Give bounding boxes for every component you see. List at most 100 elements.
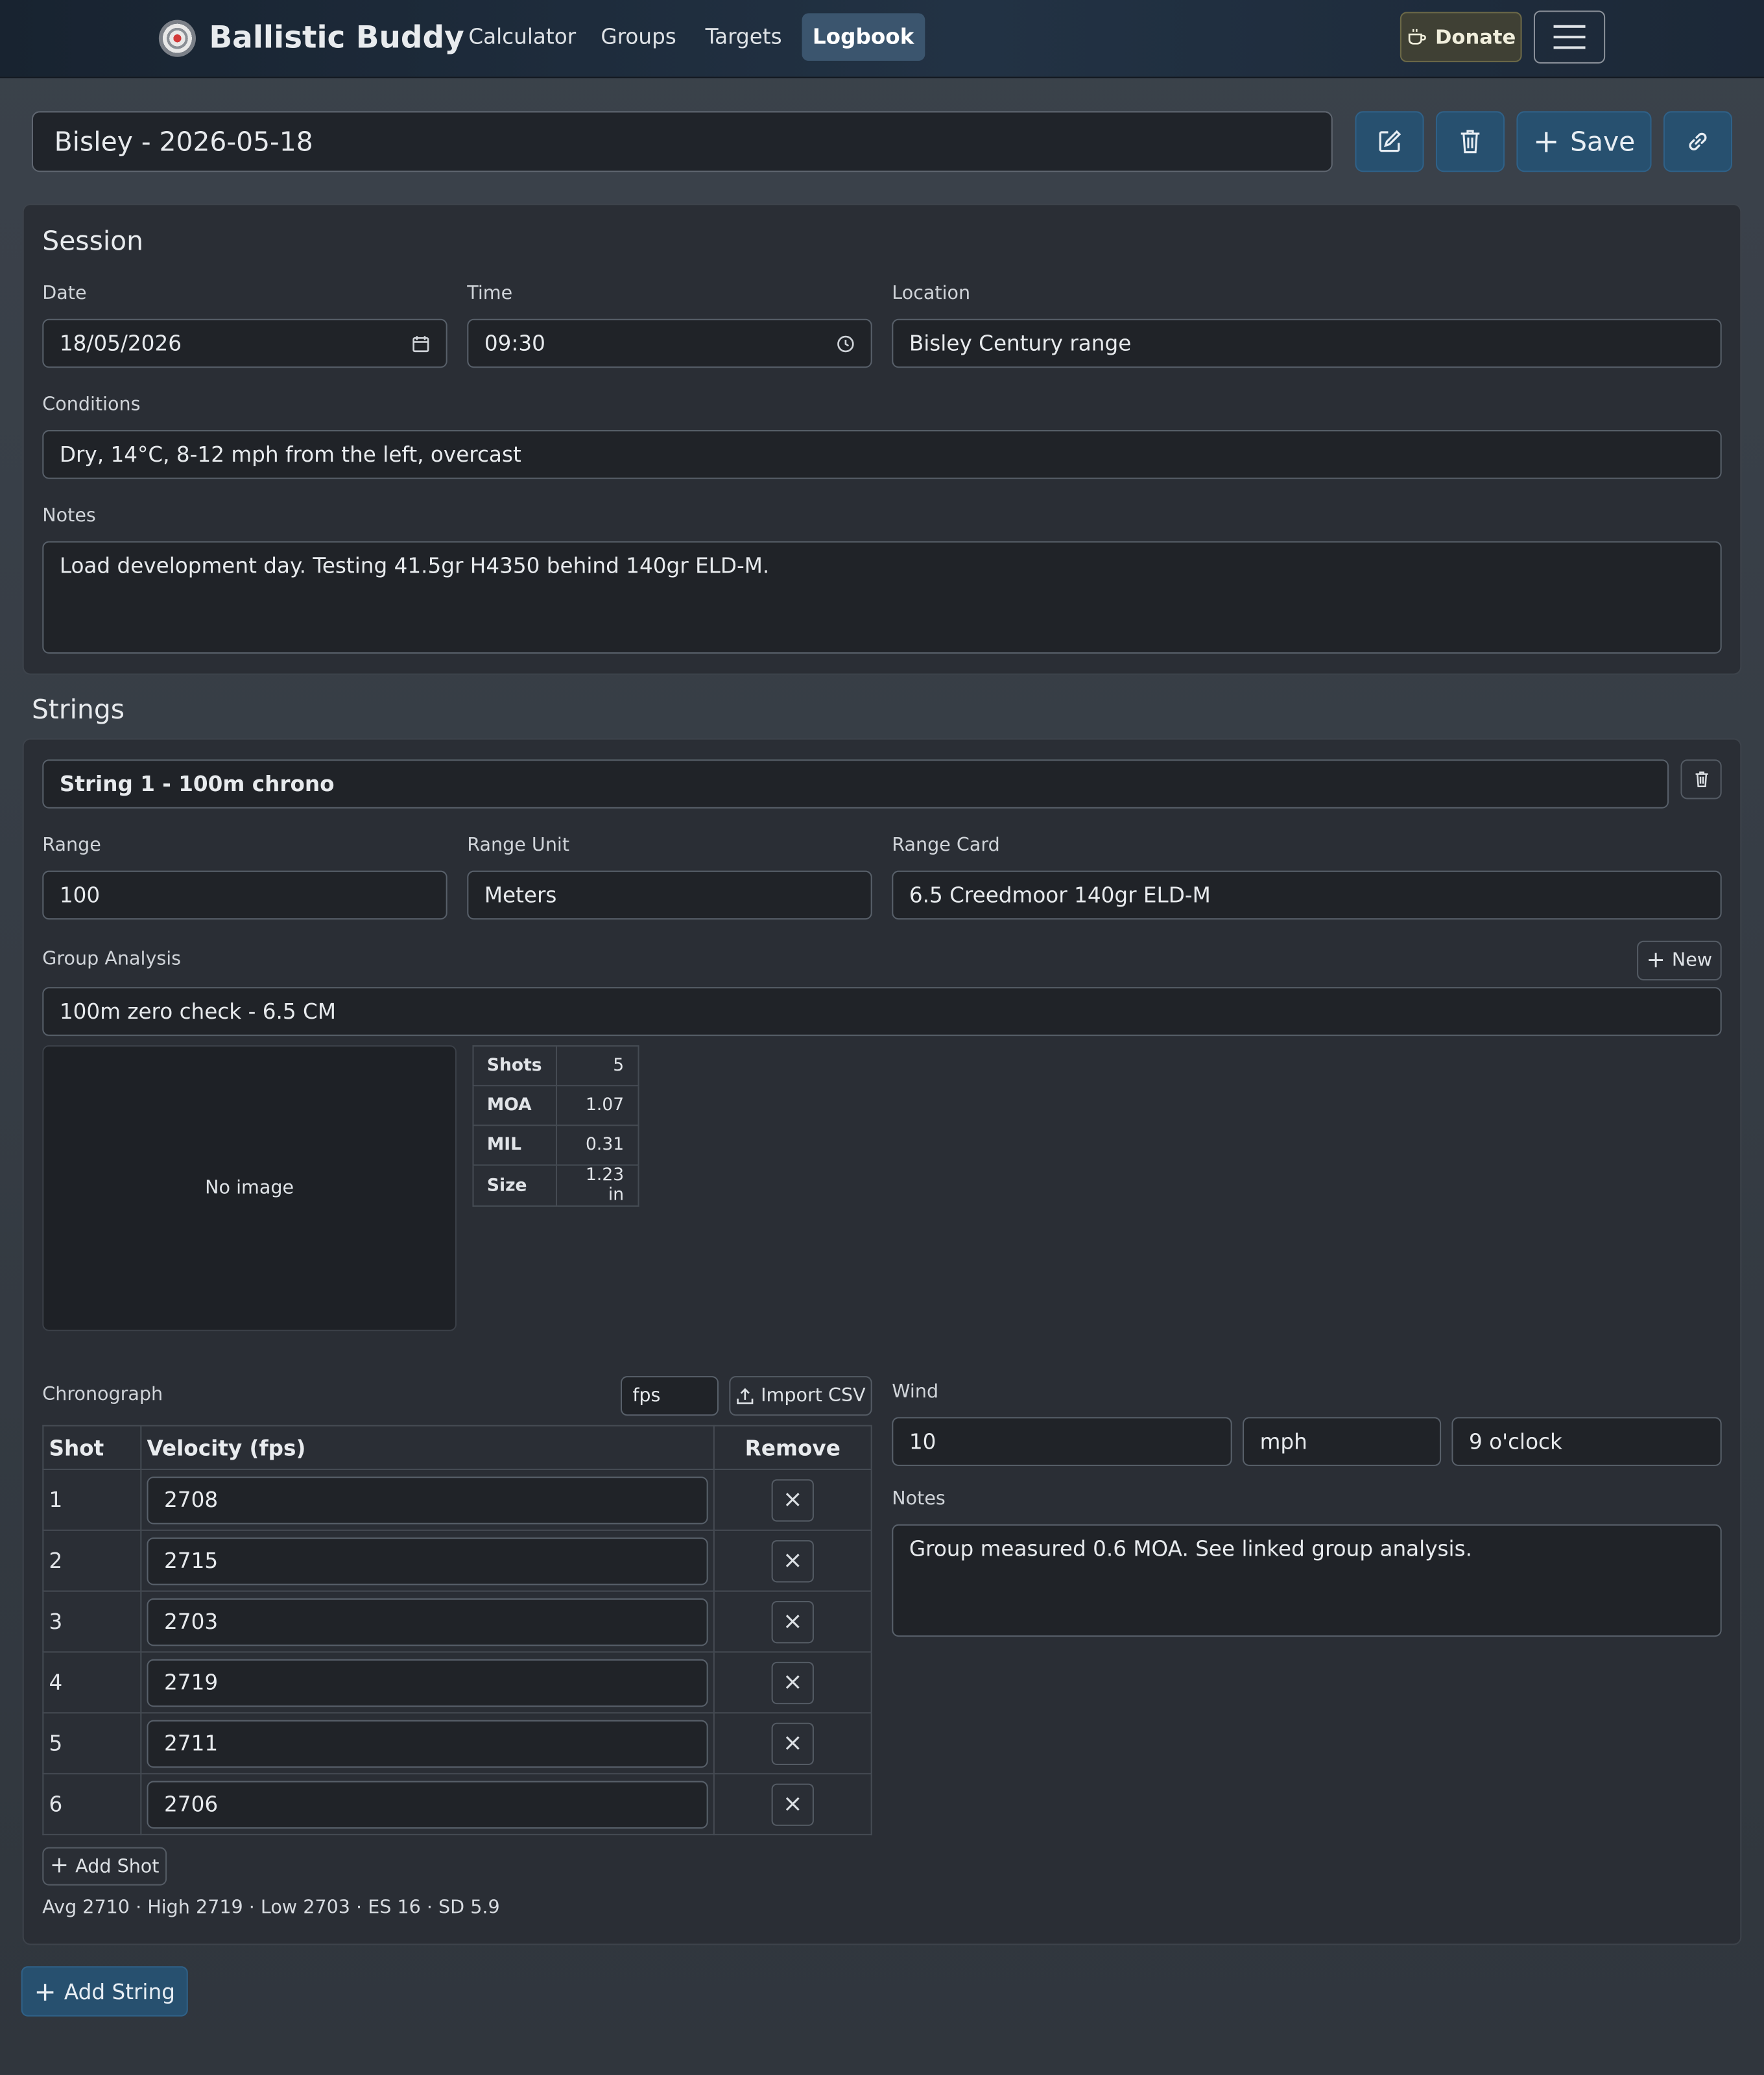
import-csv-label: Import CSV: [761, 1385, 866, 1407]
log-title-input[interactable]: Bisley - 2026-05-18: [31, 111, 1333, 172]
conditions-input[interactable]: Dry, 14°C, 8-12 mph from the left, overc…: [42, 430, 1722, 479]
edit-button[interactable]: [1355, 111, 1424, 172]
import-csv-button[interactable]: Import CSV: [729, 1376, 872, 1416]
remove-shot-button[interactable]: ×: [771, 1722, 814, 1765]
calendar-icon[interactable]: [412, 334, 431, 353]
stat-value: 5: [555, 1045, 639, 1087]
add-shot-button[interactable]: + Add Shot: [42, 1847, 167, 1886]
velocity-input[interactable]: 2708: [147, 1476, 708, 1524]
time-input[interactable]: 09:30: [467, 318, 872, 368]
shot-number: 2: [42, 1529, 142, 1592]
velocity-input[interactable]: 2719: [147, 1658, 708, 1707]
nav-groups[interactable]: Groups: [590, 13, 687, 60]
shot-number: 5: [42, 1712, 142, 1775]
group-analysis-label: Group Analysis: [42, 949, 182, 970]
range-unit-label: Range Unit: [467, 835, 570, 857]
add-string-button[interactable]: + Add String: [21, 1966, 188, 2017]
stat-key: MIL: [472, 1124, 557, 1166]
location-label: Location: [892, 283, 971, 305]
nav-logbook[interactable]: Logbook: [802, 13, 925, 61]
stats-row: MOA 1.07: [472, 1085, 639, 1126]
group-stats-table: Shots 5 MOA 1.07 MIL 0.31 Size 1.23 in: [472, 1045, 639, 1207]
wind-direction-select[interactable]: 9 o'clock: [1451, 1417, 1722, 1466]
plus-icon: +: [1532, 123, 1560, 160]
delete-log-button[interactable]: [1435, 111, 1505, 172]
table-row: 4 2719 ×: [42, 1651, 872, 1714]
shot-number: 4: [42, 1651, 142, 1714]
page: Ballistic Buddy Calculator Groups Target…: [0, 0, 1764, 2075]
stat-value: 1.07: [555, 1085, 639, 1126]
wind-speed-input[interactable]: 10: [892, 1417, 1232, 1466]
date-input[interactable]: 18/05/2026: [42, 318, 447, 368]
strings-heading: Strings: [31, 693, 125, 726]
stat-key: Shots: [472, 1045, 557, 1087]
close-icon: ×: [782, 1790, 803, 1818]
edit-icon: [1379, 130, 1401, 152]
new-group-button[interactable]: + New: [1637, 940, 1722, 981]
nav-targets[interactable]: Targets: [695, 13, 793, 60]
remove-column-header: Remove: [713, 1425, 872, 1471]
range-card-select[interactable]: 6.5 Creedmoor 140gr ELD-M: [892, 870, 1722, 920]
navbar: Ballistic Buddy Calculator Groups Target…: [0, 0, 1764, 78]
table-header-row: Shot Velocity (fps) Remove: [42, 1425, 872, 1471]
range-input[interactable]: 100: [42, 870, 447, 920]
velocity-input[interactable]: 2706: [147, 1780, 708, 1828]
clock-icon[interactable]: [837, 334, 855, 353]
stat-value: 0.31: [555, 1124, 639, 1166]
shot-number: 3: [42, 1590, 142, 1653]
session-heading: Session: [42, 224, 144, 257]
remove-shot-button[interactable]: ×: [771, 1478, 814, 1521]
range-unit-select[interactable]: Meters: [467, 870, 872, 920]
add-string-label: Add String: [64, 1978, 175, 2004]
table-row: 5 2711 ×: [42, 1712, 872, 1775]
plus-icon: +: [49, 1852, 69, 1879]
share-link-button[interactable]: [1663, 111, 1733, 172]
range-card-label: Range Card: [892, 835, 1000, 857]
remove-shot-button[interactable]: ×: [771, 1539, 814, 1582]
table-row: 3 2703 ×: [42, 1590, 872, 1653]
wind-unit-select[interactable]: mph: [1243, 1417, 1442, 1466]
velocity-input[interactable]: 2715: [147, 1537, 708, 1585]
remove-shot-button[interactable]: ×: [771, 1661, 814, 1704]
nav-calculator[interactable]: Calculator: [458, 13, 586, 60]
save-button[interactable]: + Save: [1516, 111, 1652, 172]
plus-icon: +: [34, 1975, 56, 2008]
location-input[interactable]: Bisley Century range: [892, 318, 1722, 368]
close-icon: ×: [782, 1547, 803, 1575]
notes-label: Notes: [42, 505, 96, 527]
date-value: 18/05/2026: [59, 331, 182, 356]
velocity-input[interactable]: 2703: [147, 1597, 708, 1646]
close-icon: ×: [782, 1729, 803, 1757]
donate-button[interactable]: Donate: [1400, 12, 1522, 62]
string-name-input[interactable]: String 1 - 100m chrono: [42, 759, 1669, 809]
shot-number: 6: [42, 1773, 142, 1836]
chronograph-label: Chronograph: [42, 1384, 163, 1406]
table-row: 2 2715 ×: [42, 1529, 872, 1592]
trash-icon: [1460, 130, 1480, 154]
stats-row: Shots 5: [472, 1045, 639, 1087]
close-icon: ×: [782, 1607, 803, 1636]
plus-icon: +: [1646, 946, 1665, 973]
remove-shot-button[interactable]: ×: [771, 1783, 814, 1825]
add-shot-label: Add Shot: [75, 1855, 160, 1877]
stats-row: Size 1.23 in: [472, 1164, 639, 1207]
velocity-unit-select[interactable]: fps: [620, 1376, 719, 1416]
string-notes-label: Notes: [892, 1488, 946, 1510]
new-label: New: [1671, 950, 1713, 971]
delete-string-button[interactable]: [1680, 759, 1722, 800]
chronograph-table: Shot Velocity (fps) Remove 1 2708 × 2 27…: [42, 1425, 872, 1836]
menu-toggle-button[interactable]: [1533, 10, 1606, 64]
session-notes-textarea[interactable]: Load development day. Testing 41.5gr H43…: [42, 541, 1722, 654]
time-label: Time: [467, 283, 513, 305]
brand-name: Ballistic Buddy: [209, 21, 464, 56]
velocity-input[interactable]: 2711: [147, 1719, 708, 1768]
upload-icon: [737, 1388, 754, 1405]
donate-label: Donate: [1435, 25, 1516, 49]
group-image-placeholder: No image: [42, 1045, 457, 1331]
date-label: Date: [42, 283, 87, 305]
remove-shot-button[interactable]: ×: [771, 1600, 814, 1643]
string-notes-textarea[interactable]: Group measured 0.6 MOA. See linked group…: [892, 1524, 1722, 1637]
group-analysis-select[interactable]: 100m zero check - 6.5 CM: [42, 987, 1722, 1036]
brand[interactable]: Ballistic Buddy: [158, 18, 464, 60]
close-icon: ×: [782, 1486, 803, 1514]
